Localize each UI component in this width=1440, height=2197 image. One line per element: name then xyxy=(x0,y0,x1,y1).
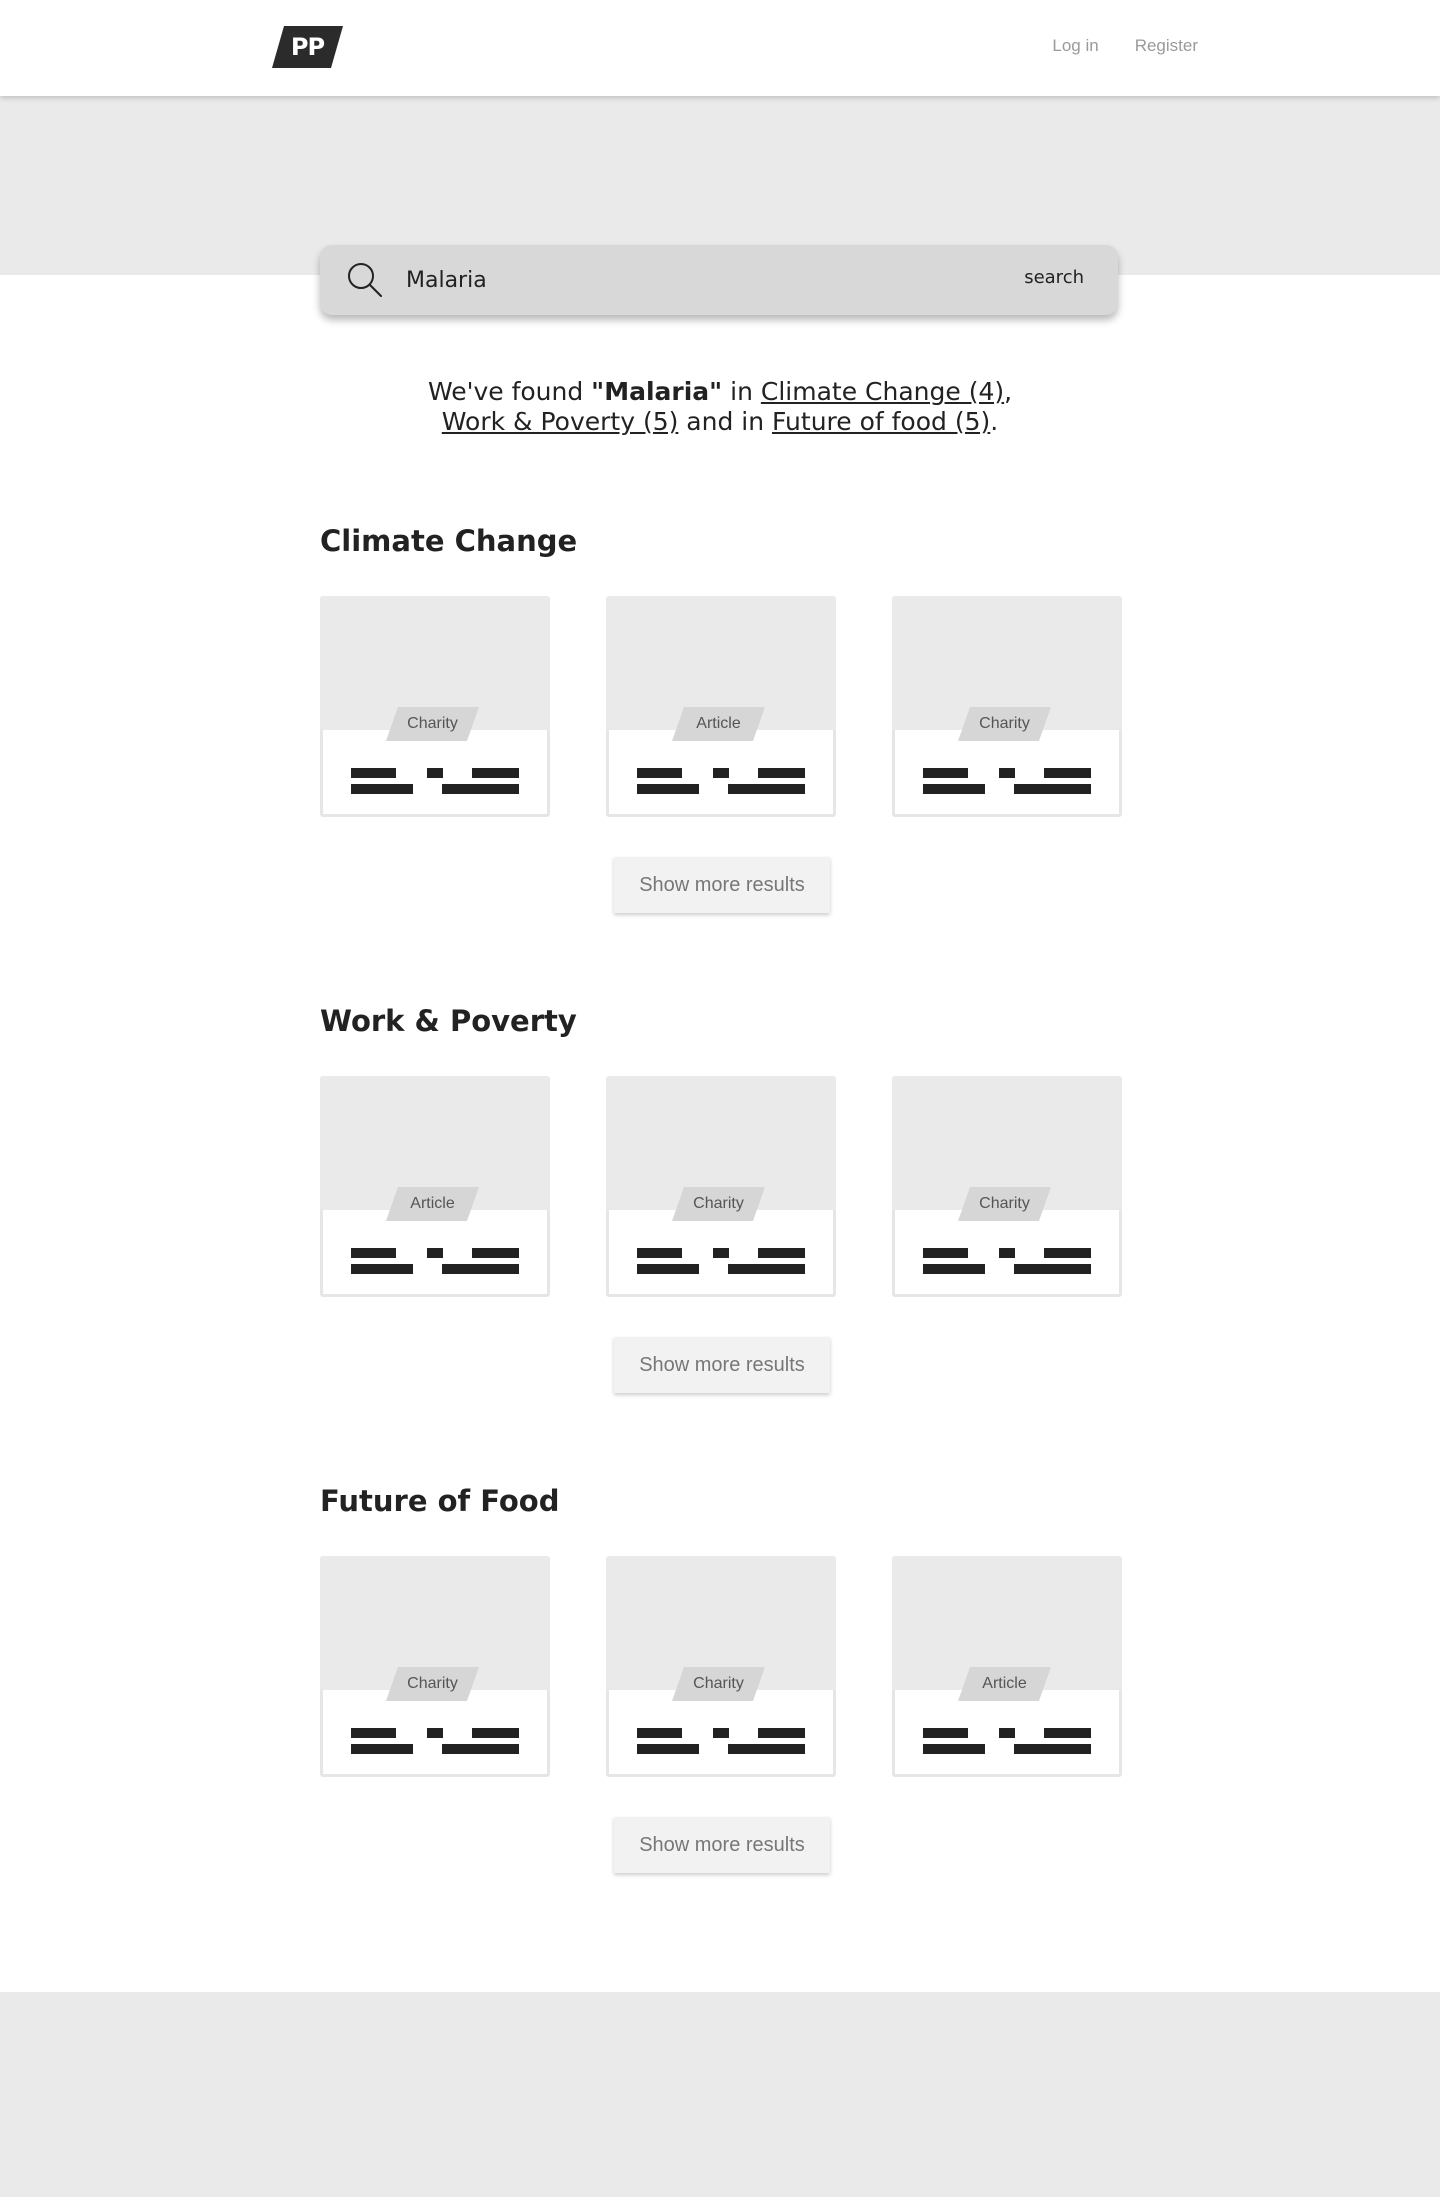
summary-and-in: and in xyxy=(678,407,773,436)
card-tag-label: Charity xyxy=(407,1675,458,1692)
card-title-placeholder-icon xyxy=(923,768,1091,796)
card-type-tag: Charity xyxy=(386,1667,479,1701)
card-tag-label: Charity xyxy=(979,715,1030,732)
result-card[interactable]: Article xyxy=(606,596,836,817)
card-title-placeholder-icon xyxy=(637,1728,805,1756)
card-tag-label: Charity xyxy=(979,1195,1030,1212)
result-card[interactable]: Charity xyxy=(320,596,550,817)
card-type-tag: Charity xyxy=(386,707,479,741)
result-card[interactable]: Charity xyxy=(606,1556,836,1777)
result-card[interactable]: Charity xyxy=(892,1076,1122,1297)
summary-query: "Malaria" xyxy=(591,377,723,406)
section-title: Work & Poverty xyxy=(320,1004,577,1038)
card-tag-label: Charity xyxy=(693,1195,744,1212)
card-type-tag: Charity xyxy=(958,707,1051,741)
card-type-tag: Charity xyxy=(672,1667,765,1701)
card-title-placeholder-icon xyxy=(637,768,805,796)
site-logo[interactable]: PP xyxy=(272,26,343,68)
card-title-placeholder-icon xyxy=(351,1248,519,1276)
section-title: Climate Change xyxy=(320,524,578,558)
result-card[interactable]: Charity xyxy=(892,596,1122,817)
logo-text: PP xyxy=(290,33,325,61)
result-card[interactable]: Article xyxy=(320,1076,550,1297)
card-title-placeholder-icon xyxy=(637,1248,805,1276)
card-tag-label: Charity xyxy=(407,715,458,732)
card-title-placeholder-icon xyxy=(923,1248,1091,1276)
login-link[interactable]: Log in xyxy=(1052,36,1098,56)
summary-link-climate-change[interactable]: Climate Change (4) xyxy=(761,377,1004,406)
search-button[interactable]: search xyxy=(1024,267,1084,288)
search-input[interactable] xyxy=(406,260,926,300)
show-more-results-button[interactable]: Show more results xyxy=(614,1817,830,1873)
card-type-tag: Charity xyxy=(672,1187,765,1221)
result-card[interactable]: Charity xyxy=(320,1556,550,1777)
summary-prefix: We've found xyxy=(427,377,592,406)
summary-in: in xyxy=(722,377,761,406)
show-more-results-button[interactable]: Show more results xyxy=(614,857,830,913)
results-summary: We've found "Malaria" in Climate Change … xyxy=(320,377,1120,437)
show-more-results-button[interactable]: Show more results xyxy=(614,1337,830,1393)
card-title-placeholder-icon xyxy=(351,768,519,796)
section-title: Future of Food xyxy=(320,1484,560,1518)
site-header: PP Log in Register xyxy=(0,0,1440,96)
summary-link-work-poverty[interactable]: Work & Poverty (5) xyxy=(442,407,679,436)
result-card[interactable]: Article xyxy=(892,1556,1122,1777)
card-type-tag: Charity xyxy=(958,1187,1051,1221)
summary-separator: , xyxy=(1004,377,1013,406)
card-title-placeholder-icon xyxy=(923,1728,1091,1756)
register-link[interactable]: Register xyxy=(1135,36,1198,56)
result-card[interactable]: Charity xyxy=(606,1076,836,1297)
card-type-tag: Article xyxy=(672,707,765,741)
summary-link-future-of-food[interactable]: Future of food (5) xyxy=(772,407,990,436)
site-footer xyxy=(0,1992,1440,2197)
card-title-placeholder-icon xyxy=(351,1728,519,1756)
top-nav: Log in Register xyxy=(1052,36,1198,56)
search-icon xyxy=(348,263,382,297)
card-type-tag: Article xyxy=(958,1667,1051,1701)
card-tag-label: Article xyxy=(982,1675,1027,1692)
search-bar: search xyxy=(320,245,1118,315)
card-tag-label: Charity xyxy=(693,1675,744,1692)
card-type-tag: Article xyxy=(386,1187,479,1221)
card-tag-label: Article xyxy=(696,715,741,732)
summary-end: . xyxy=(990,407,999,436)
card-tag-label: Article xyxy=(410,1195,455,1212)
